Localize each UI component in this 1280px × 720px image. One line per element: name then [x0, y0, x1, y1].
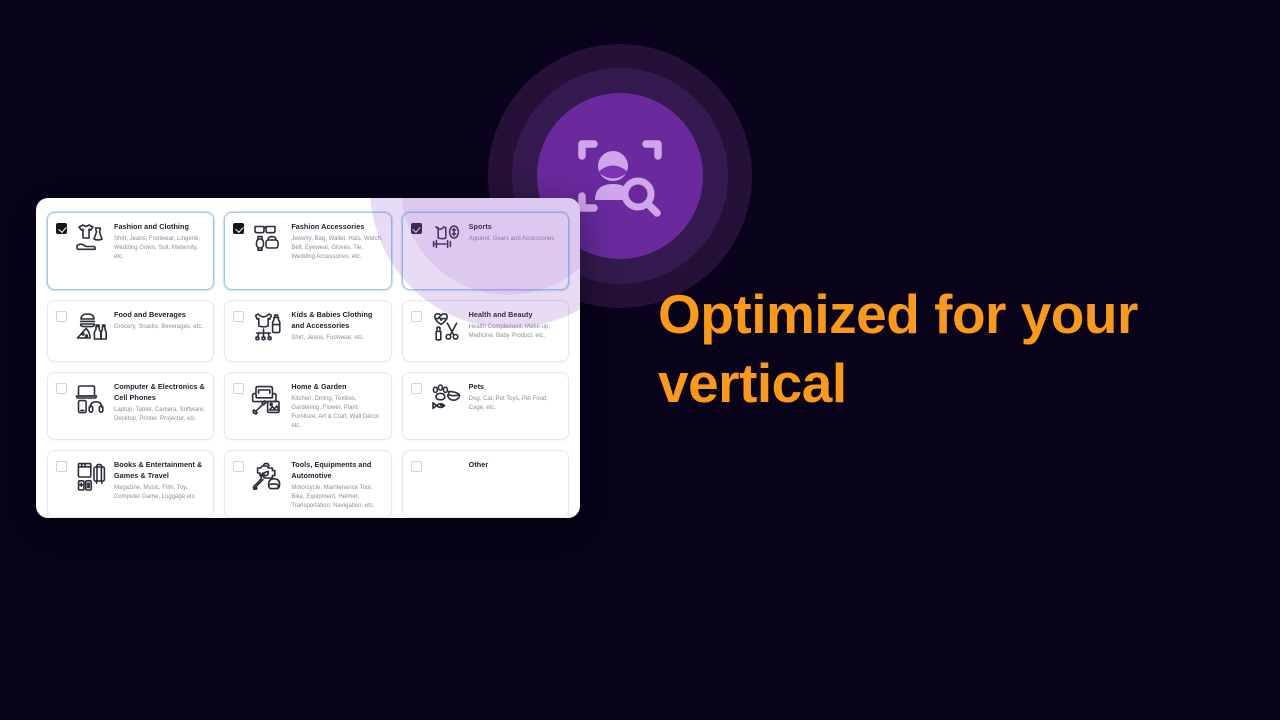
category-title: Health and Beauty: [468, 310, 533, 319]
category-card-computer-electronics-cell-phones[interactable]: Computer & Electronics & Cell Phones Lapt…: [47, 372, 215, 440]
checkbox-fashion-and-clothing[interactable]: [56, 223, 67, 234]
category-card-sports[interactable]: Sports Apparel, Gears and Accessories: [401, 212, 569, 290]
engine-wrench-helmet-icon: [251, 459, 285, 493]
category-text: Other: [428, 460, 560, 471]
category-card-other[interactable]: Other: [401, 450, 569, 518]
category-title: Pets: [468, 382, 485, 391]
onesie-bottle-mobile-icon: [251, 309, 285, 343]
sunglasses-watch-bag-icon: [251, 221, 285, 255]
category-text: Fashion Accessories Jewelry, Bag, Wallet,…: [291, 222, 382, 262]
category-description: Laptop, Tablet, Camera, Software, Deskto…: [114, 407, 205, 423]
category-text: Pets Dog, Cat, Pet Toys, Pet Food, Cage, …: [469, 382, 560, 413]
category-title: Sports: [468, 222, 492, 231]
checkbox-other[interactable]: [410, 461, 422, 472]
laptop-phone-headphones-icon: [74, 381, 108, 415]
heart-lipstick-scissors-icon: [429, 309, 463, 343]
category-description: Grocery, Snacks, Beverages, etc.: [114, 324, 203, 331]
book-gamepad-luggage-icon: [74, 459, 108, 493]
category-description: Motorcycle, Maintenance Tool, Bike, Equi…: [291, 485, 375, 510]
checkbox-health-and-beauty[interactable]: [410, 311, 422, 322]
category-title: Other: [468, 460, 489, 469]
category-title: Computer & Electronics & Cell Phones: [114, 382, 205, 402]
category-card-fashion-and-clothing[interactable]: Fashion and Clothing Shirt, Jeans, Footwe…: [47, 212, 215, 290]
face-scan-search-icon: [576, 132, 664, 220]
category-card-home-and-garden[interactable]: Home & Garden Kitchen, Dining, Textiles, …: [224, 372, 392, 440]
checkbox-books-entertainment-games-travel[interactable]: [56, 461, 67, 472]
category-text: Sports Apparel, Gears and Accessories: [469, 222, 560, 244]
checkbox-food-and-beverages[interactable]: [56, 311, 67, 322]
checkbox-computer-electronics-cell-phones[interactable]: [56, 383, 67, 394]
category-description: Health Complement, Make-up, Medicine, Ba…: [468, 324, 551, 340]
category-text: Computer & Electronics & Cell Phones Lapt…: [114, 382, 205, 424]
category-text: Food and Beverages Grocery, Snacks, Bever…: [114, 310, 205, 332]
tshirt-dress-shoe-icon: [74, 221, 108, 255]
checkbox-pets[interactable]: [410, 383, 422, 394]
category-grid: Fashion and Clothing Shirt, Jeans, Footwe…: [47, 212, 569, 518]
category-description: Dog, Cat, Pet Toys, Pet Food, Cage, etc.: [468, 396, 548, 412]
checkbox-sports[interactable]: [410, 223, 422, 234]
paw-bowl-fish-icon: [429, 381, 463, 415]
checkbox-tools-equipments-and-automotive[interactable]: [233, 461, 245, 472]
category-text: Kids & Babies Clothing and Accessories Sh…: [291, 310, 382, 343]
category-description: Apparel, Gears and Accessories: [468, 236, 555, 243]
checkbox-fashion-accessories[interactable]: [233, 223, 245, 234]
category-text: Books & Entertainment & Games & Travel Ma…: [114, 460, 205, 502]
category-description: Kitchen, Dining, Textiles, Gardening, Fl…: [291, 396, 381, 430]
category-card-tools-equipments-and-automotive[interactable]: Tools, Equipments and Automotive Motorcyc…: [224, 450, 392, 518]
category-card-food-and-beverages[interactable]: Food and Beverages Grocery, Snacks, Bever…: [47, 300, 215, 362]
category-card-pets[interactable]: Pets Dog, Cat, Pet Toys, Pet Food, Cage, …: [401, 372, 569, 440]
category-title: Fashion and Clothing: [114, 222, 189, 231]
category-title: Tools, Equipments and Automotive: [291, 460, 372, 480]
checkbox-kids-and-babies-clothing-and-accessories[interactable]: [233, 311, 245, 322]
checkbox-home-and-garden[interactable]: [233, 383, 245, 394]
category-card-kids-and-babies-clothing-and-accessories[interactable]: Kids & Babies Clothing and Accessories Sh…: [224, 300, 392, 362]
category-text: Tools, Equipments and Automotive Motorcyc…: [291, 460, 382, 511]
category-text: Health and Beauty Health Complement, Make…: [469, 310, 560, 341]
category-title: Books & Entertainment & Games & Travel: [114, 460, 203, 480]
category-card-health-and-beauty[interactable]: Health and Beauty Health Complement, Make…: [401, 300, 569, 362]
category-card-books-entertainment-games-travel[interactable]: Books & Entertainment & Games & Travel Ma…: [47, 450, 215, 518]
category-text: Fashion and Clothing Shirt, Jeans, Footwe…: [114, 222, 205, 262]
category-title: Fashion Accessories: [291, 222, 365, 231]
vertical-selector-panel: Fashion and Clothing Shirt, Jeans, Footwe…: [36, 198, 580, 518]
category-title: Kids & Babies Clothing and Accessories: [291, 310, 373, 330]
category-description: Shirt, Jeans, Footwear, etc.: [291, 335, 365, 342]
category-description: Shirt, Jeans, Footwear, Lingerie, Weddin…: [114, 236, 201, 261]
page-headline: Optimized for your vertical: [658, 283, 1138, 414]
category-text: Home & Garden Kitchen, Dining, Textiles, …: [291, 382, 382, 431]
category-card-fashion-accessories[interactable]: Fashion Accessories Jewelry, Bag, Wallet,…: [224, 212, 392, 290]
category-title: Food and Beverages: [114, 310, 186, 319]
sofa-shovel-frame-icon: [251, 381, 285, 415]
category-description: Jewelry, Bag, Wallet, Hats, Watch, Belt,…: [291, 236, 383, 261]
burger-pizza-bottle-icon: [74, 309, 108, 343]
tanktop-dumbbell-ball-icon: [429, 221, 463, 255]
category-title: Home & Garden: [291, 382, 347, 391]
category-description: Magazine, Music, Film, Toy, Computer Gam…: [114, 485, 197, 501]
